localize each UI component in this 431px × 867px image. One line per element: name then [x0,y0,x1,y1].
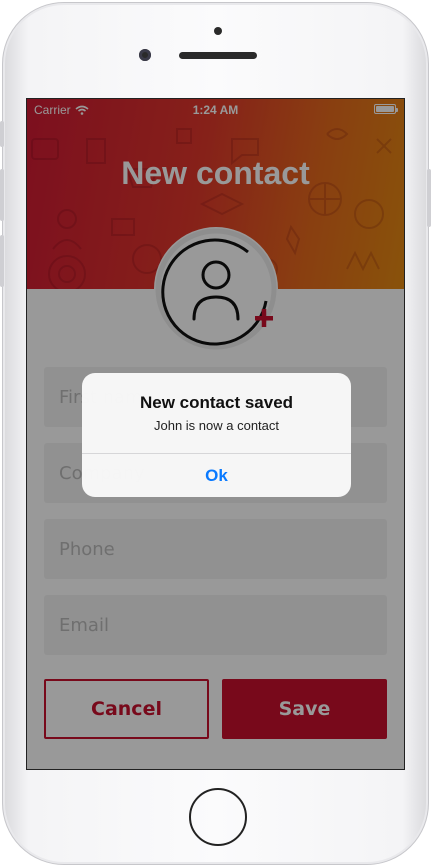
power-button [427,169,431,227]
alert-title: New contact saved [139,393,294,412]
mute-switch [0,121,4,147]
earpiece-speaker [179,52,257,59]
alert-dialog: New contact saved John is now a contact … [82,373,351,497]
ok-button[interactable]: Ok [82,454,351,497]
alert-message: John is now a contact [153,418,280,433]
volume-up-button [0,169,4,221]
home-button[interactable] [189,788,247,846]
proximity-sensor [214,27,222,35]
app-screen: New contact Carrier 1:24 AM Cancel Save [26,98,405,770]
front-camera [139,49,151,61]
volume-down-button [0,235,4,287]
